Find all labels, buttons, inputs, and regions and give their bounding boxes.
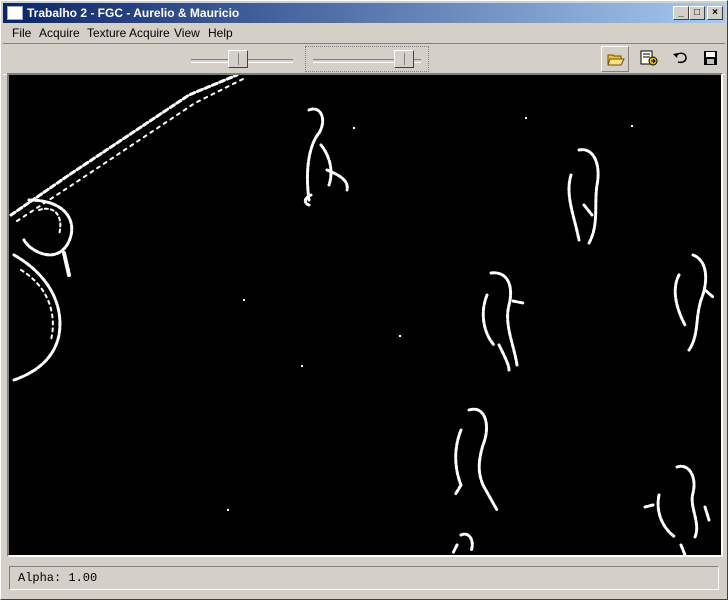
status-bar: Alpha: 1.00 (9, 566, 719, 590)
title-bar[interactable]: Trabalho 2 - FGC - Aurelio & Mauricio _ … (3, 3, 725, 23)
menu-help[interactable]: Help (208, 26, 233, 40)
image-canvas[interactable] (7, 73, 723, 557)
menu-texture-acquire[interactable]: Texture Acquire (87, 26, 170, 40)
maximize-button[interactable]: □ (689, 6, 705, 20)
minimize-button[interactable]: _ (673, 6, 689, 20)
undo-button[interactable] (667, 46, 695, 72)
slider-2-thumb[interactable] (394, 50, 414, 68)
edge-detection-image (9, 75, 721, 555)
menu-bar: File Acquire Texture Acquire View Help (3, 24, 725, 42)
export-button[interactable] (635, 46, 663, 72)
minimize-icon: _ (678, 7, 684, 18)
open-folder-icon (607, 54, 625, 66)
close-icon: × (712, 7, 718, 18)
menu-file[interactable]: File (12, 26, 31, 40)
open-button[interactable] (601, 46, 629, 72)
status-alpha: Alpha: 1.00 (18, 571, 98, 585)
save-icon (704, 51, 717, 65)
save-button[interactable] (697, 46, 725, 72)
app-window: Trabalho 2 - FGC - Aurelio & Mauricio _ … (0, 0, 728, 600)
undo-icon (673, 52, 687, 64)
slider-1-thumb[interactable] (228, 50, 248, 68)
close-button[interactable]: × (707, 6, 723, 20)
export-icon (640, 50, 658, 66)
menu-acquire[interactable]: Acquire (39, 26, 80, 40)
app-icon (7, 6, 23, 20)
window-title: Trabalho 2 - FGC - Aurelio & Mauricio (27, 6, 240, 20)
slider-2[interactable] (313, 50, 421, 72)
slider-1[interactable] (191, 50, 293, 72)
toolbar (3, 43, 725, 75)
menu-view[interactable]: View (174, 26, 200, 40)
maximize-icon: □ (693, 7, 701, 18)
